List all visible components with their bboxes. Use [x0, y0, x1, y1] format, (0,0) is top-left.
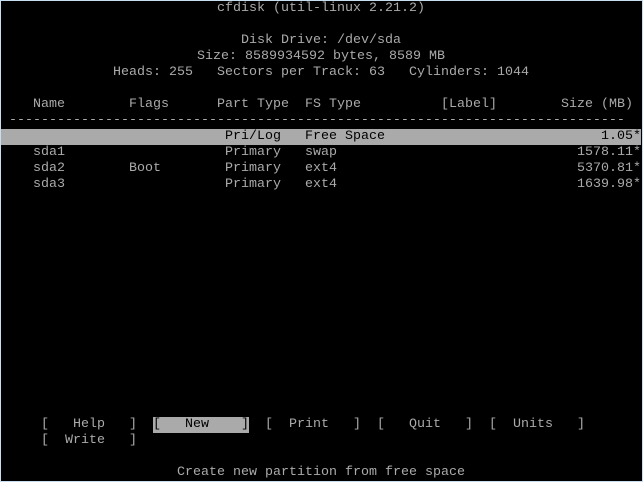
print-button[interactable]: [ Print ]	[265, 417, 361, 433]
header-flags: Flags	[129, 97, 169, 112]
table-header: Name Flags Part Type FS Type [Label] Siz…	[1, 97, 641, 113]
units-button[interactable]: [ Units ]	[489, 417, 585, 433]
partition-type: Primary	[225, 161, 281, 176]
partition-fs-type: swap	[305, 145, 337, 160]
write-button[interactable]: [ Write ]	[41, 433, 137, 449]
header-name: Name	[33, 97, 65, 112]
partition-type: Primary	[225, 145, 281, 160]
partition-size: 5370.81*	[577, 161, 641, 176]
header-label: [Label]	[441, 97, 497, 112]
new-button[interactable]: [ New ]	[153, 417, 249, 433]
status-line: Create new partition from free space	[177, 465, 465, 480]
disk-drive: Disk Drive: /dev/sda	[241, 33, 401, 48]
partition-name: sda1	[33, 145, 65, 160]
partition-fs-type: ext4	[305, 161, 337, 176]
partition-type: Pri/Log	[225, 129, 281, 144]
partition-size: 1.05*	[601, 129, 641, 144]
quit-button[interactable]: [ Quit ]	[377, 417, 473, 433]
separator: ----------------------------------------…	[9, 113, 625, 128]
partition-row[interactable]: sda1 Primary swap 1578.11*	[1, 145, 641, 161]
partition-fs-type: Free Space	[305, 129, 385, 144]
header-part-type: Part Type	[217, 97, 289, 112]
disk-geometry: Heads: 255 Sectors per Track: 63 Cylinde…	[113, 65, 529, 80]
disk-size: Size: 8589934592 bytes, 8589 MB	[197, 49, 445, 64]
partition-row[interactable]: Pri/Log Free Space 1.05*	[1, 129, 641, 145]
partition-name: sda3	[33, 177, 65, 192]
cfdisk-terminal: cfdisk (util-linux 2.21.2) Disk Drive: /…	[1, 1, 642, 481]
partition-size: 1639.98*	[577, 177, 641, 192]
partition-flags: Boot	[129, 161, 161, 176]
partition-fs-type: ext4	[305, 177, 337, 192]
partition-size: 1578.11*	[577, 145, 641, 160]
partition-name: sda2	[33, 161, 65, 176]
partition-row[interactable]: sda2 Boot Primary ext4 5370.81*	[1, 161, 641, 177]
partition-type: Primary	[225, 177, 281, 192]
app-title: cfdisk (util-linux 2.21.2)	[217, 1, 425, 16]
help-button[interactable]: [ Help ]	[41, 417, 137, 433]
header-size: Size (MB)	[561, 97, 633, 112]
partition-row[interactable]: sda3 Primary ext4 1639.98*	[1, 177, 641, 193]
header-fs-type: FS Type	[305, 97, 361, 112]
